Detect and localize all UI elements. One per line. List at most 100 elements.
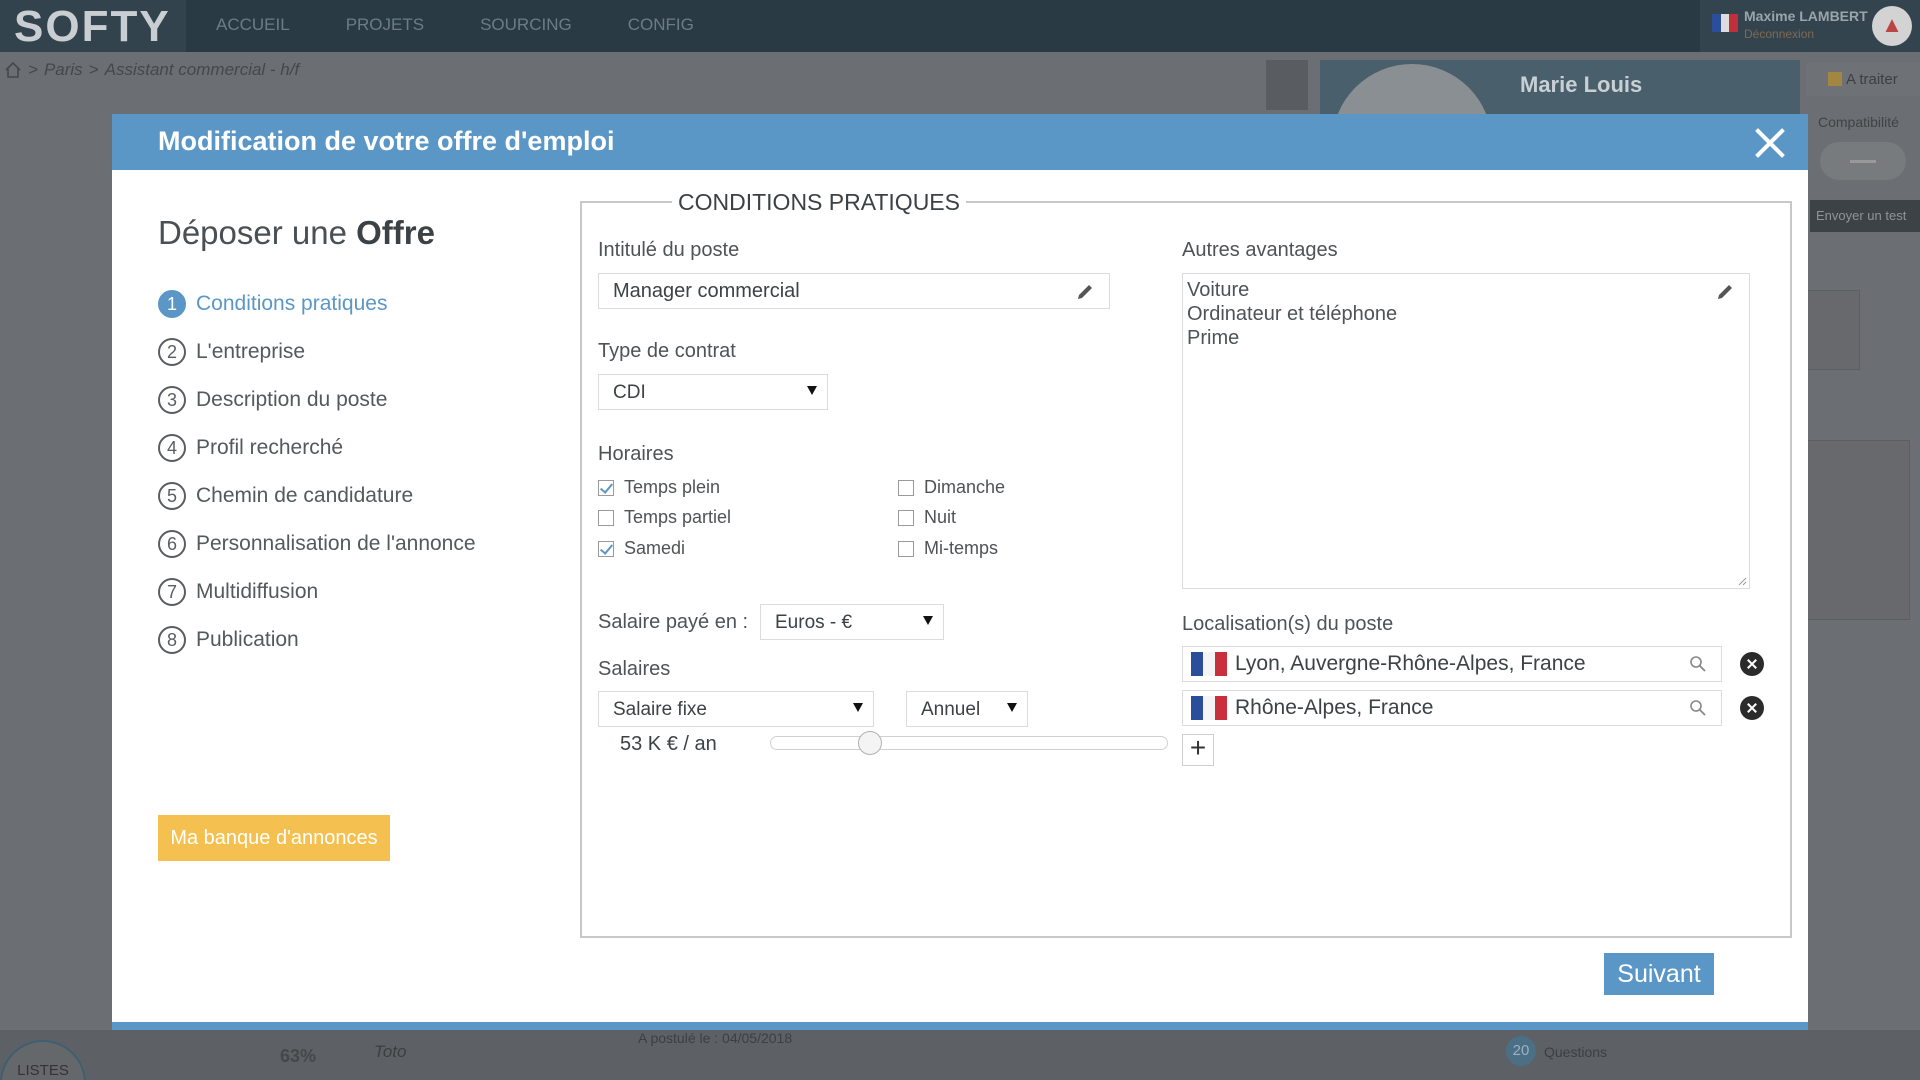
profile-side-tab[interactable] [1266, 60, 1308, 110]
step-label: Personnalisation de l'annonce [196, 532, 476, 555]
questions-count-badge: 20 [1506, 1036, 1536, 1066]
chevron-down-icon [1007, 703, 1017, 712]
locations-label: Localisation(s) du poste [1182, 613, 1394, 635]
benefit-item: Prime [1187, 327, 1240, 349]
job-title-label: Intitulé du poste [598, 239, 740, 261]
checkbox-unchecked-icon [898, 479, 914, 496]
salary-value: 53 K € / an [620, 733, 717, 755]
job-title-value: Manager commercial [613, 280, 800, 302]
remove-location-icon[interactable] [1740, 696, 1764, 720]
step-number: 4 [158, 434, 186, 462]
conditions-fieldset: CONDITIONS PRATIQUES Intitulé du poste M… [580, 189, 1792, 938]
status-badge[interactable]: A traiter [1806, 62, 1920, 96]
checkbox-checked-icon [598, 479, 614, 496]
modal-title: Modification de votre offre d'emploi [158, 126, 615, 156]
breadcrumb-city[interactable]: Paris [44, 60, 83, 80]
benefits-label: Autres avantages [1182, 239, 1338, 261]
candidate-header: Marie Louis [1320, 60, 1800, 224]
salaries-label: Salaires [598, 658, 671, 680]
checkbox-label: Mi-temps [924, 538, 999, 558]
step-number: 8 [158, 626, 186, 654]
main-nav: ACCUEIL PROJETS SOURCING CONFIG [216, 15, 694, 35]
checkbox-label: Temps partiel [624, 507, 732, 527]
salary-slider-handle[interactable] [857, 731, 882, 755]
checkbox-label: Temps plein [624, 477, 721, 497]
job-title-input[interactable]: Manager commercial [598, 273, 1110, 309]
top-navigation-bar: SOFTY ACCUEIL PROJETS SOURCING CONFIG Ma… [0, 0, 1920, 52]
page-heading: Déposer une Offre [158, 214, 435, 252]
currency-label: Salaire payé en : [598, 611, 749, 633]
checkbox-mi-temps[interactable]: Mi-temps [898, 538, 998, 559]
compatibility-toggle[interactable] [1820, 142, 1906, 180]
step-number: 6 [158, 530, 186, 558]
search-icon[interactable] [1689, 655, 1707, 673]
step-label: L'entreprise [196, 340, 306, 363]
resize-handle-icon[interactable] [1737, 576, 1747, 586]
breadcrumb-job[interactable]: Assistant commercial - h/f [105, 60, 300, 80]
french-flag-icon [1191, 696, 1227, 720]
step-label: Profil recherché [196, 436, 344, 459]
remove-location-icon[interactable] [1740, 652, 1764, 676]
checkbox-temps-plein[interactable]: Temps plein [598, 477, 720, 498]
page-heading-bold: Offre [356, 214, 435, 251]
send-test-button[interactable]: Envoyer un test [1810, 200, 1920, 232]
user-avatar-icon[interactable]: ▲ [1872, 6, 1912, 46]
next-button[interactable]: Suivant [1604, 953, 1714, 995]
location-input[interactable]: Rhône-Alpes, France [1182, 690, 1722, 726]
pencil-icon[interactable] [1715, 282, 1735, 302]
step-publication[interactable]: 8 Publication [158, 609, 476, 671]
salary-type-select[interactable]: Salaire fixe [598, 691, 874, 727]
step-number: 7 [158, 578, 186, 606]
checkbox-temps-partiel[interactable]: Temps partiel [598, 507, 731, 528]
background-card [1800, 440, 1910, 620]
nav-accueil[interactable]: ACCUEIL [216, 15, 290, 35]
checkbox-unchecked-icon [598, 509, 614, 526]
applied-date: A postulé le : 04/05/2018 [638, 1030, 793, 1046]
modal-header: Modification de votre offre d'emploi [112, 114, 1808, 170]
contract-type-select[interactable]: CDI [598, 374, 828, 410]
benefits-textarea[interactable]: Voiture Ordinateur et téléphone Prime [1182, 273, 1750, 589]
french-flag-icon [1191, 652, 1227, 676]
add-location-button[interactable]: + [1182, 734, 1214, 766]
hours-label: Horaires [598, 443, 674, 465]
job-bank-button[interactable]: Ma banque d'annonces [158, 815, 390, 861]
user-name: Maxime LAMBERT [1744, 8, 1868, 24]
step-label: Publication [196, 628, 299, 651]
salary-period-select[interactable]: Annuel [906, 691, 1028, 727]
fieldset-legend: CONDITIONS PRATIQUES [672, 189, 966, 216]
pencil-icon[interactable] [1075, 282, 1095, 302]
location-input[interactable]: Lyon, Auvergne-Rhône-Alpes, France [1182, 646, 1722, 682]
chevron-down-icon [923, 616, 933, 625]
nav-sourcing[interactable]: SOURCING [480, 15, 572, 35]
checkbox-dimanche[interactable]: Dimanche [898, 477, 1005, 498]
currency-value: Euros - € [775, 612, 853, 633]
questions-label: Questions [1544, 1044, 1608, 1060]
candidate-name: Marie Louis [1520, 72, 1643, 97]
match-percentage: 63% [280, 1046, 317, 1066]
step-label: Conditions pratiques [196, 292, 388, 315]
user-menu[interactable]: Maxime LAMBERT Déconnexion ▲ [1700, 0, 1920, 52]
page-heading-prefix: Déposer une [158, 214, 347, 251]
search-icon[interactable] [1689, 699, 1707, 717]
home-icon[interactable] [4, 61, 22, 79]
step-label: Description du poste [196, 388, 388, 411]
checkbox-nuit[interactable]: Nuit [898, 507, 956, 528]
logout-link[interactable]: Déconnexion [1744, 27, 1814, 41]
checkbox-label: Samedi [624, 538, 686, 558]
close-icon[interactable] [1750, 122, 1790, 162]
checkbox-checked-icon [598, 540, 614, 557]
nav-projets[interactable]: PROJETS [346, 15, 424, 35]
step-label: Multidiffusion [196, 580, 319, 603]
french-flag-icon [1712, 14, 1739, 32]
chevron-down-icon [807, 386, 817, 395]
salary-slider-track[interactable] [770, 736, 1168, 750]
currency-select[interactable]: Euros - € [760, 604, 944, 640]
step-number: 2 [158, 338, 186, 366]
benefit-item: Ordinateur et téléphone [1187, 303, 1398, 325]
nav-config[interactable]: CONFIG [628, 15, 694, 35]
candidate-row-name: Toto [374, 1042, 407, 1061]
checkbox-samedi[interactable]: Samedi [598, 538, 685, 559]
location-value: Rhône-Alpes, France [1235, 696, 1434, 719]
app-logo[interactable]: SOFTY [0, 0, 186, 52]
compatibility-label: Compatibilité [1818, 114, 1899, 130]
